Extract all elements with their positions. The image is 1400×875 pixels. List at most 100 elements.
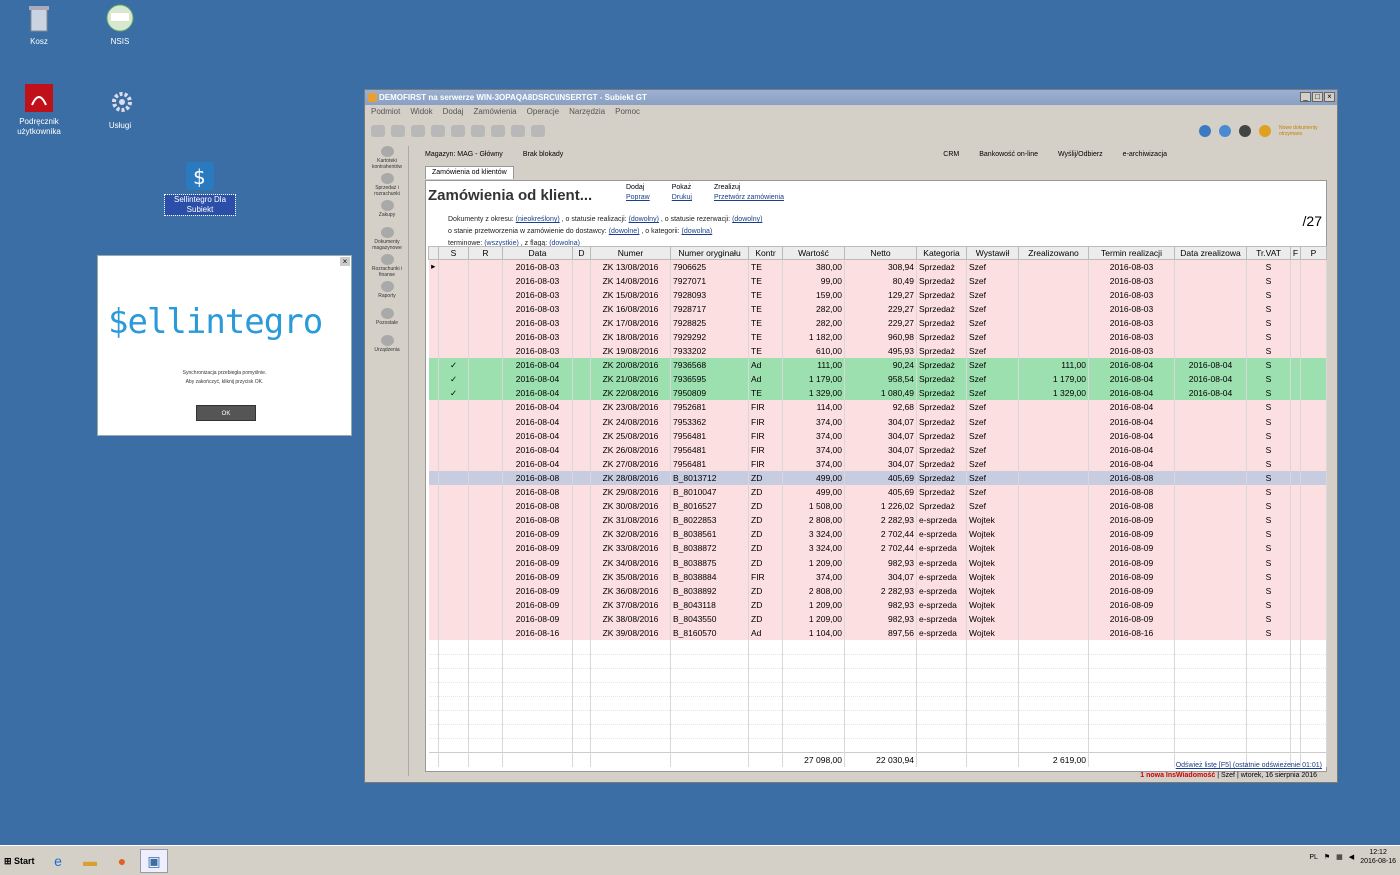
menu-item[interactable]: Podmiot <box>371 105 400 119</box>
table-row[interactable]: 2016-08-08 ZK 29/08/2016 B_8010047 ZD 499,00… <box>428 485 1327 500</box>
refresh-list-link[interactable]: Odśwież listę [F5] (ostatnie odświeżenie… <box>1176 762 1322 769</box>
toolbar-button[interactable] <box>411 125 425 137</box>
toolbar-button[interactable] <box>491 125 505 137</box>
send-receive-button[interactable]: Wyślij/Odbierz <box>1058 148 1103 162</box>
notification-icon[interactable] <box>1259 125 1271 137</box>
table-row[interactable]: 2016-08-09 ZK 33/08/2016 B_8038872 ZD 3 324,… <box>428 541 1327 556</box>
table-row[interactable]: 2016-08-08 ZK 28/08/2016 B_8013712 ZD 499,00… <box>428 470 1327 485</box>
column-header[interactable] <box>428 246 439 260</box>
table-row[interactable]: 2016-08-03 ZK 16/08/2016 7928717 TE 282,00 22… <box>428 301 1327 316</box>
table-row[interactable]: 2016-08-03 ZK 17/08/2016 7928825 TE 282,00 22… <box>428 315 1327 330</box>
app-taskbar-icon[interactable]: ▣ <box>140 849 168 873</box>
table-row[interactable]: 2016-08-03 ZK 14/08/2016 7927071 TE 99,00 80,… <box>428 273 1327 288</box>
column-header[interactable]: Termin realizacji <box>1088 246 1175 260</box>
table-row[interactable]: 2016-08-04 ZK 24/08/2016 7953362 FIR 374,00 3… <box>428 414 1327 429</box>
table-row[interactable]: 2016-08-09 ZK 37/08/2016 B_8043118 ZD 1 209,… <box>428 597 1327 612</box>
window-titlebar[interactable]: DEMOFIRST na serwerze WIN-3OPAQA8DSRC\IN… <box>365 90 1337 105</box>
menu-item[interactable]: Narzędzia <box>569 105 605 119</box>
column-header[interactable]: Kategoria <box>916 246 967 260</box>
toolbar-button[interactable] <box>531 125 545 137</box>
table-row[interactable]: 2016-08-09 ZK 34/08/2016 B_8038875 ZD 1 209,… <box>428 555 1327 570</box>
crm-button[interactable]: CRM <box>943 148 959 162</box>
flag-icon[interactable]: ⚑ <box>1324 853 1330 861</box>
menu-item[interactable]: Widok <box>410 105 432 119</box>
folder-icon[interactable]: ▬ <box>76 849 104 873</box>
volume-icon[interactable]: ◀ <box>1349 853 1354 861</box>
start-button[interactable]: ⊞ Start <box>2 850 36 872</box>
column-header[interactable]: Wystawił <box>966 246 1019 260</box>
table-row[interactable]: ✓ 2016-08-04 ZK 21/08/2016 7936595 Ad 1 179,0… <box>428 372 1327 387</box>
table-row[interactable]: 2016-08-04 ZK 27/08/2016 7956481 FIR 374,00 3… <box>428 456 1327 471</box>
sidebar-item[interactable]: Sprzedaż i rozrachunki <box>367 173 407 197</box>
desktop-icon-sellintegro[interactable]: $ Sellintegro Dla Subiekt <box>164 160 236 216</box>
realization-filter[interactable]: (dowolny) <box>629 216 659 223</box>
toolbar-button[interactable] <box>391 125 405 137</box>
table-row[interactable]: 2016-08-08 ZK 31/08/2016 B_8022853 ZD 2 808,… <box>428 513 1327 528</box>
close-icon[interactable]: × <box>340 257 350 266</box>
globe-icon[interactable] <box>1199 125 1211 137</box>
sidebar-item[interactable]: Urządzenia <box>367 335 407 359</box>
reservation-filter[interactable]: (dowolny) <box>732 216 762 223</box>
sidebar-item[interactable]: Dokumenty magazynowe <box>367 227 407 251</box>
column-header[interactable]: Netto <box>844 246 917 260</box>
table-row[interactable]: 2016-08-09 ZK 36/08/2016 B_8038892 ZD 2 808,… <box>428 583 1327 598</box>
column-header[interactable]: Tr.VAT <box>1246 246 1291 260</box>
toolbar-button[interactable] <box>451 125 465 137</box>
realize-button[interactable]: Zrealizuj <box>714 184 784 191</box>
language-indicator[interactable]: PL <box>1309 854 1318 861</box>
toolbar-button[interactable] <box>471 125 485 137</box>
process-orders-button[interactable]: Przetwórz zamówienia <box>714 194 784 201</box>
table-row[interactable]: 2016-08-16 ZK 39/08/2016 B_8160570 Ad 1 104,… <box>428 625 1327 641</box>
add-button[interactable]: Dodaj <box>626 184 650 191</box>
sidebar-item[interactable]: Zakupy <box>367 200 407 224</box>
column-header[interactable]: S <box>438 246 469 260</box>
close-button[interactable]: × <box>1324 92 1335 102</box>
period-filter[interactable]: (nieokreślony) <box>516 216 560 223</box>
print-button[interactable]: Drukuj <box>672 194 692 201</box>
table-row[interactable]: ▸ 2016-08-03 ZK 13/08/2016 7906625 TE 380,00 3… <box>428 259 1327 274</box>
table-row[interactable]: 2016-08-04 ZK 23/08/2016 7952681 FIR 114,00 9… <box>428 400 1327 415</box>
column-header[interactable]: P <box>1300 246 1327 260</box>
column-header[interactable]: Data <box>502 246 573 260</box>
table-row[interactable]: ✓ 2016-08-04 ZK 20/08/2016 7936568 Ad 111,00 9… <box>428 358 1327 373</box>
table-row[interactable]: ✓ 2016-08-04 ZK 22/08/2016 7950809 TE 1 329,0… <box>428 386 1327 401</box>
table-row[interactable]: 2016-08-03 ZK 19/08/2016 7933202 TE 610,00 49… <box>428 344 1327 359</box>
toolbar-button[interactable] <box>431 125 445 137</box>
network-tray-icon[interactable]: ▦ <box>1336 853 1343 861</box>
menu-item[interactable]: Pomoc <box>615 105 640 119</box>
sidebar-item[interactable]: Raporty <box>367 281 407 305</box>
table-row[interactable]: 2016-08-04 ZK 25/08/2016 7956481 FIR 374,00 3… <box>428 428 1327 443</box>
column-header[interactable]: Wartość <box>782 246 845 260</box>
toolbar-button[interactable] <box>511 125 525 137</box>
new-message-alert[interactable]: 1 nowa InsWiadomość <box>1140 772 1215 779</box>
table-row[interactable]: 2016-08-08 ZK 30/08/2016 B_8016527 ZD 1 508,… <box>428 499 1327 514</box>
column-header[interactable]: F <box>1290 246 1301 260</box>
edit-button[interactable]: Popraw <box>626 194 650 201</box>
sidebar-item[interactable]: Kartoteki kontrahentów <box>367 146 407 170</box>
table-row[interactable]: 2016-08-09 ZK 32/08/2016 B_8038561 ZD 3 324,… <box>428 527 1327 542</box>
firefox-icon[interactable]: ● <box>108 849 136 873</box>
minimize-button[interactable]: _ <box>1300 92 1311 102</box>
ok-button[interactable]: OK <box>196 405 256 421</box>
desktop-icon-recycle-bin[interactable]: Kosz <box>4 2 74 47</box>
show-button[interactable]: Pokaż <box>672 184 692 191</box>
tab-orders[interactable]: Zamówienia od klientów <box>425 166 514 179</box>
table-row[interactable]: 2016-08-03 ZK 18/08/2016 7929292 TE 1 182,00… <box>428 329 1327 345</box>
clock[interactable]: 12:12 2016-08-16 <box>1360 848 1396 866</box>
supplier-filter[interactable]: (dowolne) <box>609 228 640 235</box>
desktop-icon-pdf[interactable]: Podręcznik użytkownika <box>4 82 74 137</box>
table-row[interactable]: 2016-08-04 ZK 26/08/2016 7956481 FIR 374,00 3… <box>428 442 1327 457</box>
sidebar-item[interactable]: Pozostałe <box>367 308 407 332</box>
warehouse-selector[interactable]: Magazyn: MAG - Główny <box>425 148 503 162</box>
maximize-button[interactable]: □ <box>1312 92 1323 102</box>
table-row[interactable]: 2016-08-09 ZK 35/08/2016 B_8038884 FIR 374,0… <box>428 569 1327 584</box>
category-filter[interactable]: (dowolna) <box>682 228 713 235</box>
column-header[interactable]: Kontr <box>748 246 783 260</box>
column-header[interactable]: Numer <box>590 246 671 260</box>
desktop-icon-nsis[interactable]: NSIS <box>85 2 155 47</box>
shield-icon[interactable] <box>1239 125 1251 137</box>
column-header[interactable]: R <box>468 246 503 260</box>
sidebar-item[interactable]: Rozrachunki i finanse <box>367 254 407 278</box>
table-row[interactable]: 2016-08-09 ZK 38/08/2016 B_8043550 ZD 1 209,… <box>428 611 1327 626</box>
column-header[interactable]: Zrealizowano <box>1018 246 1089 260</box>
